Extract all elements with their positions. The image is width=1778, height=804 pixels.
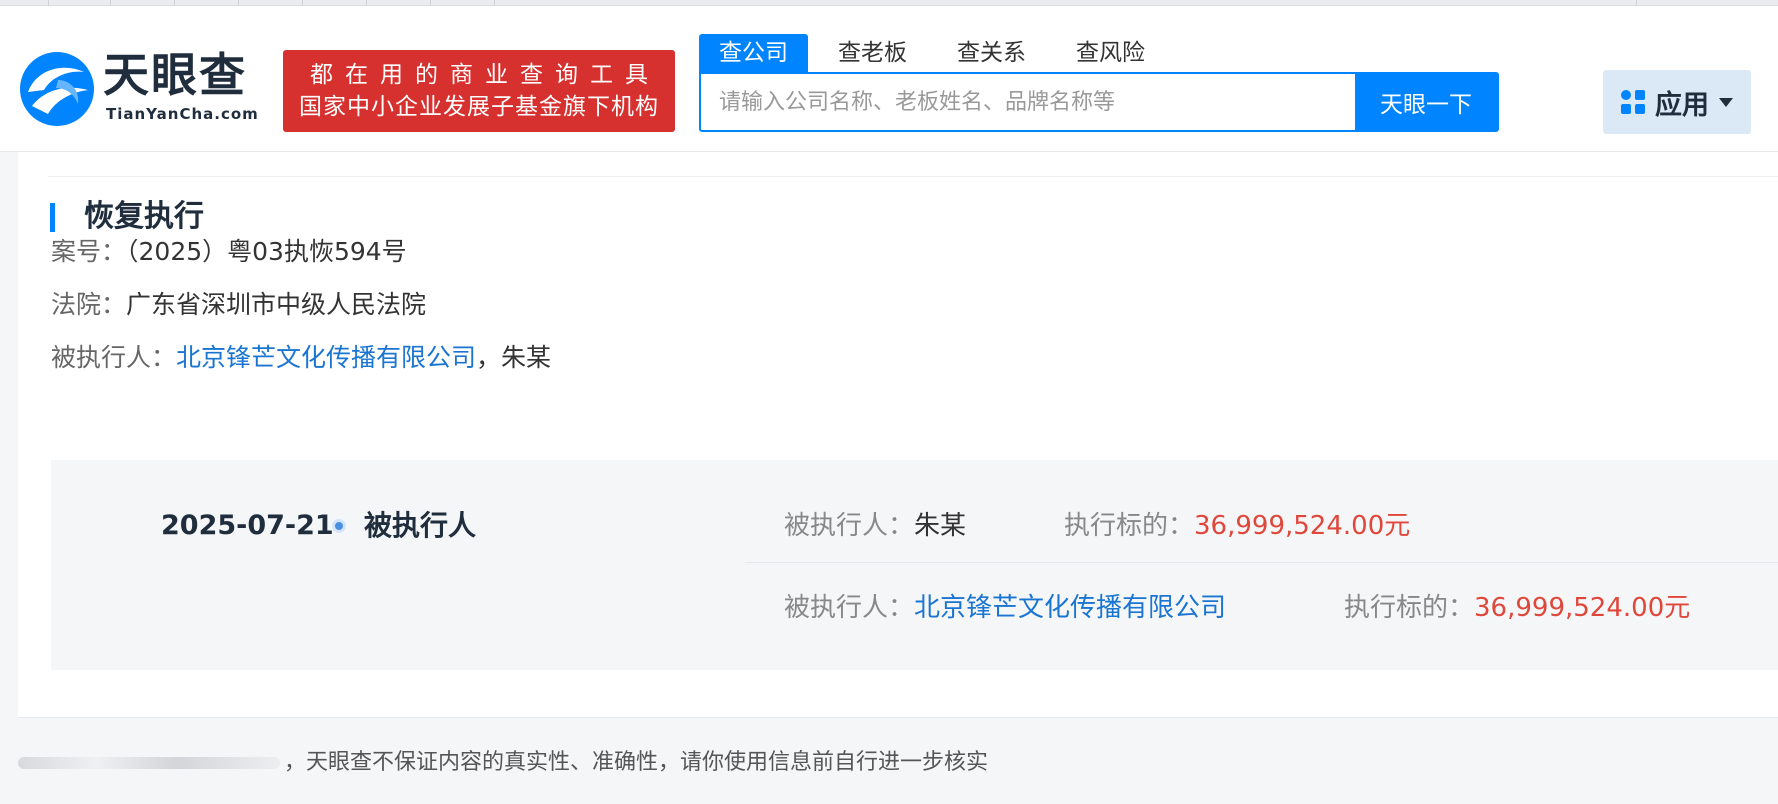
detail-divider: [745, 562, 1778, 563]
apps-grid-icon: [1621, 90, 1645, 114]
tab-search-company[interactable]: 查公司: [699, 34, 808, 72]
detail-name-value: 朱某: [914, 511, 967, 541]
tianyancha-logo-icon[interactable]: [18, 50, 96, 128]
detail-row-2-name: 被执行人：北京锋芒文化传播有限公司: [784, 590, 1226, 626]
case-number-value: （2025）粤03执恢594号: [126, 237, 407, 266]
restore-execution-card: 恢复执行 案号：（2025）粤03执恢594号 法院：广东省深圳市中级人民法院 …: [18, 152, 1778, 718]
apps-button[interactable]: 应用: [1603, 70, 1751, 134]
search-box: 天眼一下: [699, 72, 1499, 132]
detail-name-label: 被执行人：: [784, 511, 915, 541]
execution-detail-panel: 2025-07-21 被执行人 被执行人：朱某 执行标的：36,999,524.…: [51, 460, 1778, 670]
detail-amount-label: 执行标的：: [1344, 593, 1475, 623]
section-accent-bar: [50, 203, 55, 232]
detail-date: 2025-07-21: [161, 510, 334, 541]
case-number-label: 案号：: [51, 237, 127, 266]
detail-name-label: 被执行人：: [784, 593, 915, 623]
detail-amount-value: 36,999,524.00元: [1194, 511, 1411, 541]
executed-person: 朱某: [501, 343, 552, 372]
detail-company-link[interactable]: 北京锋芒文化传播有限公司: [914, 593, 1226, 623]
blurred-text: [18, 757, 280, 769]
detail-role: 被执行人: [364, 509, 477, 542]
section-title: 恢复执行: [84, 199, 204, 234]
slogan-line-1: 都在用的商业查询工具: [310, 62, 660, 88]
apps-button-label: 应用: [1655, 89, 1709, 121]
brand-name[interactable]: 天眼查: [103, 50, 247, 100]
tab-search-boss[interactable]: 查老板: [818, 34, 927, 72]
site-header: 天眼查 TianYanCha.com 都在用的商业查询工具 国家中小企业发展子基…: [0, 6, 1778, 152]
court-row: 法院：广东省深圳市中级人民法院: [51, 287, 426, 323]
slogan-banner: 都在用的商业查询工具 国家中小企业发展子基金旗下机构: [283, 50, 675, 132]
divider: [48, 176, 1778, 177]
brand-domain: TianYanCha.com: [106, 105, 259, 123]
court-label: 法院：: [51, 290, 127, 319]
detail-amount-value: 36,999,524.00元: [1474, 593, 1691, 623]
executed-company-link[interactable]: 北京锋芒文化传播有限公司: [176, 343, 476, 372]
search-button[interactable]: 天眼一下: [1355, 74, 1497, 130]
disclaimer-text: ，天眼查不保证内容的真实性、准确性，请你使用信息前自行进一步核实: [284, 750, 989, 775]
court-value: 广东省深圳市中级人民法院: [126, 290, 427, 319]
detail-row-1-amount: 执行标的：36,999,524.00元: [1064, 508, 1410, 544]
search-input[interactable]: [701, 74, 1355, 130]
detail-row-2-amount: 执行标的：36,999,524.00元: [1344, 590, 1690, 626]
executed-separator: ，: [476, 343, 502, 372]
disclaimer-footer: ，天眼查不保证内容的真实性、准确性，请你使用信息前自行进一步核实: [18, 748, 988, 778]
case-number-row: 案号：（2025）粤03执恢594号: [51, 234, 407, 270]
executed-party-row: 被执行人：北京锋芒文化传播有限公司，朱某: [51, 340, 551, 376]
detail-amount-label: 执行标的：: [1064, 511, 1195, 541]
tab-search-relation[interactable]: 查关系: [937, 34, 1046, 72]
search-tabs: 查公司 查老板 查关系 查风险: [699, 34, 1175, 72]
slogan-line-2: 国家中小企业发展子基金旗下机构: [299, 94, 659, 120]
caret-down-icon: [1719, 97, 1733, 107]
tab-search-risk[interactable]: 查风险: [1056, 34, 1165, 72]
detail-row-1-name: 被执行人：朱某: [784, 508, 966, 544]
executed-party-label: 被执行人：: [51, 343, 177, 372]
timeline-dot-icon: [332, 519, 346, 533]
